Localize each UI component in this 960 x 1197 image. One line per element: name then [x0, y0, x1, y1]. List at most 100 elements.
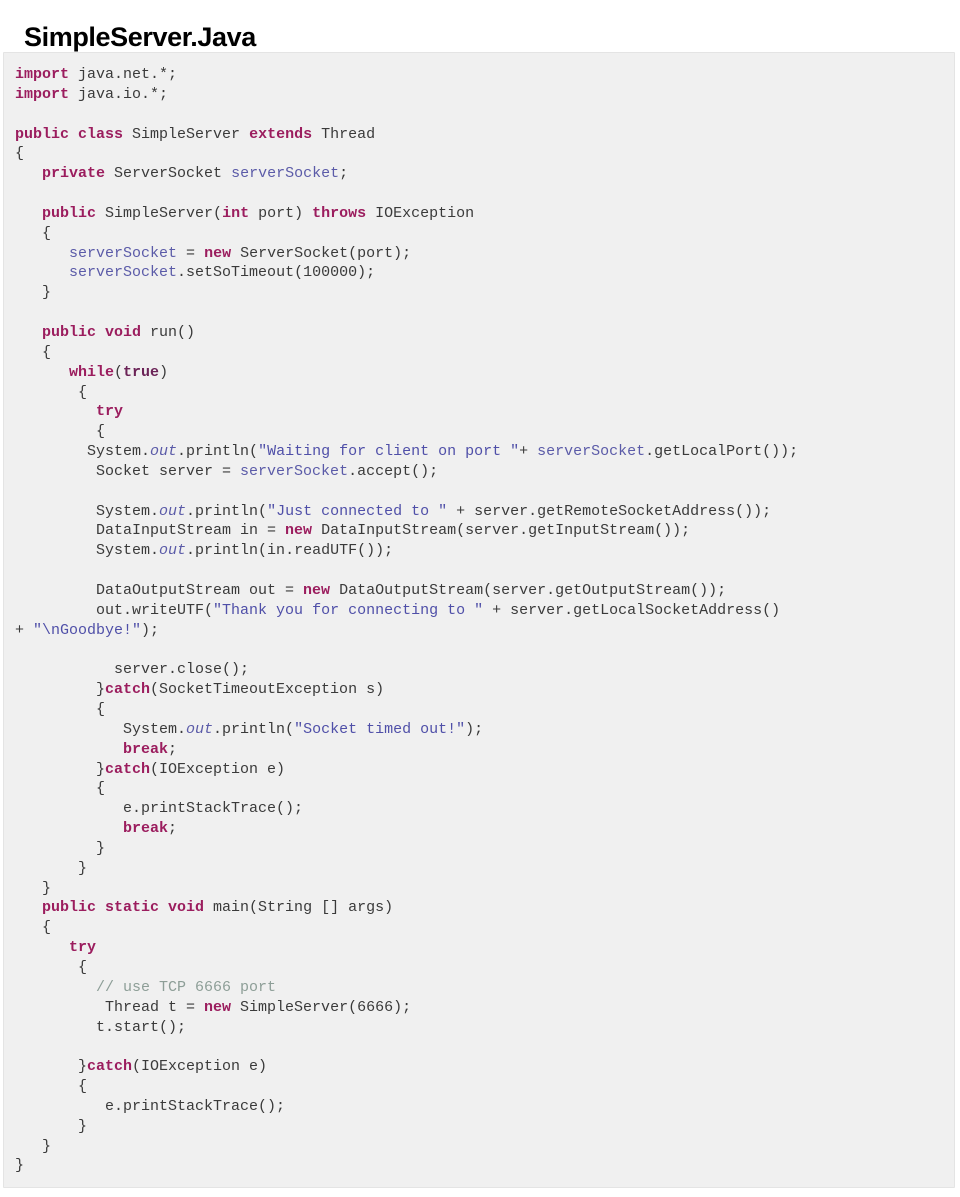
code-token: t.start(); — [15, 1018, 187, 1036]
code-token: public void — [42, 323, 142, 341]
code-token: DataInputStream(server.getInputStream())… — [312, 522, 691, 540]
code-line: public class SimpleServer extends Thread — [15, 125, 954, 145]
code-token: ServerSocket(port); — [231, 244, 412, 262]
code-line: private ServerSocket serverSocket; — [15, 164, 954, 184]
code-line: } — [15, 839, 954, 859]
code-line: Thread t = new SimpleServer(6666); — [15, 998, 954, 1018]
code-token: .setSoTimeout(100000); — [177, 264, 376, 282]
code-token: public — [42, 204, 97, 222]
code-line: } — [15, 1137, 954, 1157]
code-line: try — [15, 938, 954, 958]
code-token: { — [15, 701, 106, 718]
code-token: .getLocalPort()); — [645, 443, 799, 461]
code-line: public void run() — [15, 323, 954, 343]
code-token: serverSocket — [231, 165, 340, 183]
code-line: { — [15, 343, 954, 363]
code-line: { — [15, 383, 954, 403]
code-token: catch — [87, 1058, 133, 1076]
code-token: Thread t = — [15, 998, 205, 1016]
code-token: .println( — [213, 720, 295, 738]
code-line: Socket server = serverSocket.accept(); — [15, 462, 954, 482]
code-token: run() — [141, 323, 196, 341]
code-token: SimpleServer( — [96, 204, 223, 222]
code-line: while(true) — [15, 363, 954, 383]
code-token: serverSocket — [240, 462, 349, 480]
code-token: DataOutputStream out = — [15, 581, 304, 599]
code-token: public static void — [42, 899, 205, 917]
code-token: { — [15, 343, 52, 361]
code-line: } — [15, 1156, 954, 1176]
code-token: ( — [114, 363, 124, 381]
code-line: break; — [15, 819, 954, 839]
code-token: catch — [105, 681, 151, 699]
code-token: { — [15, 1078, 88, 1096]
code-token: = — [177, 244, 205, 262]
code-token: System. — [15, 443, 151, 461]
code-token: out — [186, 720, 214, 738]
code-token: import — [15, 85, 70, 103]
code-token: } — [15, 681, 106, 699]
code-token: DataOutputStream(server.getOutputStream(… — [330, 581, 727, 599]
code-token: } — [15, 284, 52, 302]
code-token: + — [15, 621, 34, 639]
code-token: { — [15, 383, 88, 401]
code-token: out — [150, 443, 178, 461]
code-line: } — [15, 879, 954, 899]
code-line: { — [15, 224, 954, 244]
code-token: { — [15, 780, 106, 798]
code-token: java.io.*; — [69, 85, 169, 103]
code-line: serverSocket.setSoTimeout(100000); — [15, 263, 954, 283]
code-line: break; — [15, 740, 954, 760]
code-token: ; — [168, 820, 178, 838]
code-token: { — [15, 958, 88, 976]
code-line: System.out.println("Just connected to " … — [15, 502, 954, 522]
code-line: System.out.println("Socket timed out!"); — [15, 720, 954, 740]
code-token: java.net.*; — [69, 66, 178, 83]
code-line: import java.net.*; — [15, 65, 954, 85]
code-token: import — [15, 66, 70, 83]
page-root: SimpleServer.Java import java.net.*; impo… — [0, 0, 960, 1197]
code-token: { — [15, 919, 52, 937]
code-block: import java.net.*; import java.io.*; publ… — [3, 52, 955, 1188]
code-line: serverSocket = new ServerSocket(port); — [15, 244, 954, 264]
code-line: // use TCP 6666 port — [15, 978, 954, 998]
code-token: new — [204, 244, 232, 262]
code-token: throws — [312, 204, 367, 222]
code-line: { — [15, 144, 954, 164]
code-line: }catch(IOException e) — [15, 760, 954, 780]
code-token: } — [15, 1058, 88, 1076]
code-line: out.writeUTF("Thank you for connecting t… — [15, 601, 954, 621]
code-token: (IOException e) — [132, 1058, 268, 1076]
code-token: System. — [15, 542, 160, 560]
code-token: (IOException e) — [150, 760, 286, 778]
code-line: { — [15, 1077, 954, 1097]
code-token: .println(in.readUTF()); — [186, 542, 394, 560]
code-line: { — [15, 918, 954, 938]
code-token: out — [159, 542, 187, 560]
code-token: new — [204, 998, 232, 1016]
code-token: } — [15, 879, 52, 897]
code-token: SimpleServer(6666); — [231, 998, 412, 1016]
code-line: } — [15, 1117, 954, 1137]
code-token: e.printStackTrace(); — [15, 1097, 286, 1115]
code-token: server.close(); — [15, 661, 250, 679]
code-line: public static void main(String [] args) — [15, 898, 954, 918]
code-token: "Thank you for connecting to " — [213, 601, 484, 619]
code-token: "Socket timed out!" — [294, 720, 466, 738]
code-line: e.printStackTrace(); — [15, 799, 954, 819]
code-token: "Just connected to " — [267, 502, 448, 520]
code-line: t.start(); — [15, 1018, 954, 1038]
code-token: out — [159, 502, 187, 520]
code-token: true — [123, 363, 160, 381]
